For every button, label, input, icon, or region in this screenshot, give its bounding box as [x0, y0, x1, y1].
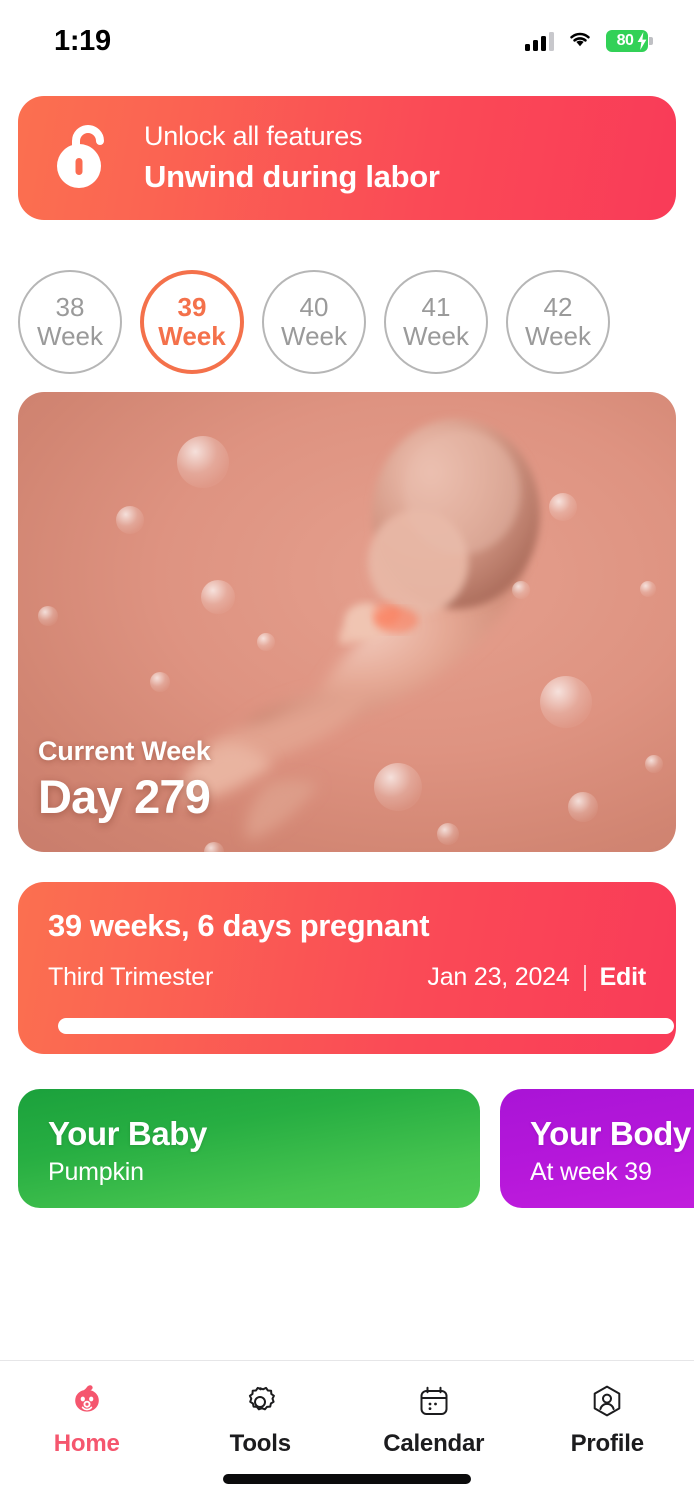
- person-hexagon-icon: [588, 1383, 626, 1421]
- calendar-icon: [415, 1383, 453, 1421]
- app-root: 1:19 80 Unlock all features Unwind durin…: [0, 0, 694, 1500]
- baby-face-icon: [68, 1383, 106, 1421]
- hero-caption: Current Week: [38, 736, 211, 766]
- nav-label-profile: Profile: [570, 1430, 644, 1457]
- status-bar-time: 1:19: [54, 24, 111, 57]
- your-body-card-title: Your Body: [530, 1115, 691, 1152]
- week-number: 40: [299, 292, 329, 323]
- promo-banner-subtitle: Unlock all features: [144, 121, 363, 151]
- week-number: 39: [177, 292, 207, 323]
- edit-button[interactable]: Edit: [600, 963, 647, 992]
- fetus-hero-image[interactable]: Current Week Day 279: [18, 392, 676, 852]
- week-pill-41[interactable]: 41 Week: [384, 270, 488, 374]
- nav-label-calendar: Calendar: [383, 1430, 485, 1457]
- battery-percent-label: 80: [616, 32, 634, 49]
- battery-charging-icon: 80: [606, 30, 653, 52]
- trimester-label: Third Trimester: [48, 963, 214, 991]
- your-body-card-subtitle: At week 39: [530, 1158, 652, 1186]
- week-pill-42[interactable]: 42 Week: [506, 270, 610, 374]
- wifi-icon: [567, 29, 593, 53]
- week-pill-38[interactable]: 38 Week: [18, 270, 122, 374]
- promo-banner-title: Unwind during labor: [144, 159, 440, 194]
- unlock-padlock-icon: [56, 121, 114, 196]
- hero-day-count: Day 279: [38, 770, 211, 823]
- week-label: Week: [37, 320, 103, 351]
- vertical-divider: [583, 964, 586, 991]
- nav-label-home: Home: [53, 1430, 120, 1457]
- category-cards-row[interactable]: Your Baby Pumpkin Your Body At week 39: [18, 1089, 694, 1208]
- week-label: Week: [525, 320, 591, 351]
- nav-item-profile[interactable]: Profile: [521, 1361, 694, 1500]
- gear-icon: [241, 1383, 279, 1421]
- your-baby-card[interactable]: Your Baby Pumpkin: [18, 1089, 480, 1208]
- your-baby-card-subtitle: Pumpkin: [48, 1158, 144, 1186]
- cellular-signal-icon: [525, 31, 554, 51]
- your-baby-card-title: Your Baby: [48, 1115, 207, 1152]
- week-number: 42: [543, 292, 573, 323]
- pregnancy-duration-title: 39 weeks, 6 days pregnant: [48, 908, 430, 943]
- status-bar-indicators: 80: [525, 29, 653, 53]
- promo-banner-text: Unlock all features Unwind during labor: [144, 121, 440, 195]
- due-date-group: Jan 23, 2024 Edit: [427, 963, 646, 992]
- home-indicator: [223, 1474, 471, 1484]
- pregnancy-progress-fill: [58, 1018, 674, 1034]
- pregnancy-progress-bar: [58, 1018, 674, 1034]
- pregnancy-info-row: Third Trimester Jan 23, 2024 Edit: [48, 963, 646, 992]
- due-date-label: Jan 23, 2024: [427, 963, 570, 991]
- your-body-card[interactable]: Your Body At week 39: [500, 1089, 694, 1208]
- week-label: Week: [281, 320, 347, 351]
- hero-overlay-text: Current Week Day 279: [38, 736, 211, 824]
- week-pill-39[interactable]: 39 Week: [140, 270, 244, 374]
- week-number: 41: [421, 292, 451, 323]
- week-label: Week: [158, 320, 226, 351]
- week-label: Week: [403, 320, 469, 351]
- promo-banner[interactable]: Unlock all features Unwind during labor: [18, 96, 676, 220]
- week-pill-40[interactable]: 40 Week: [262, 270, 366, 374]
- week-number: 38: [55, 292, 85, 323]
- status-bar: 1:19 80: [0, 0, 694, 78]
- nav-item-home[interactable]: Home: [0, 1361, 174, 1500]
- pregnancy-info-card[interactable]: 39 weeks, 6 days pregnant Third Trimeste…: [18, 882, 676, 1054]
- week-selector[interactable]: 38 Week 39 Week 40 Week 41 Week 42 Week: [18, 270, 694, 374]
- nav-label-tools: Tools: [229, 1430, 291, 1457]
